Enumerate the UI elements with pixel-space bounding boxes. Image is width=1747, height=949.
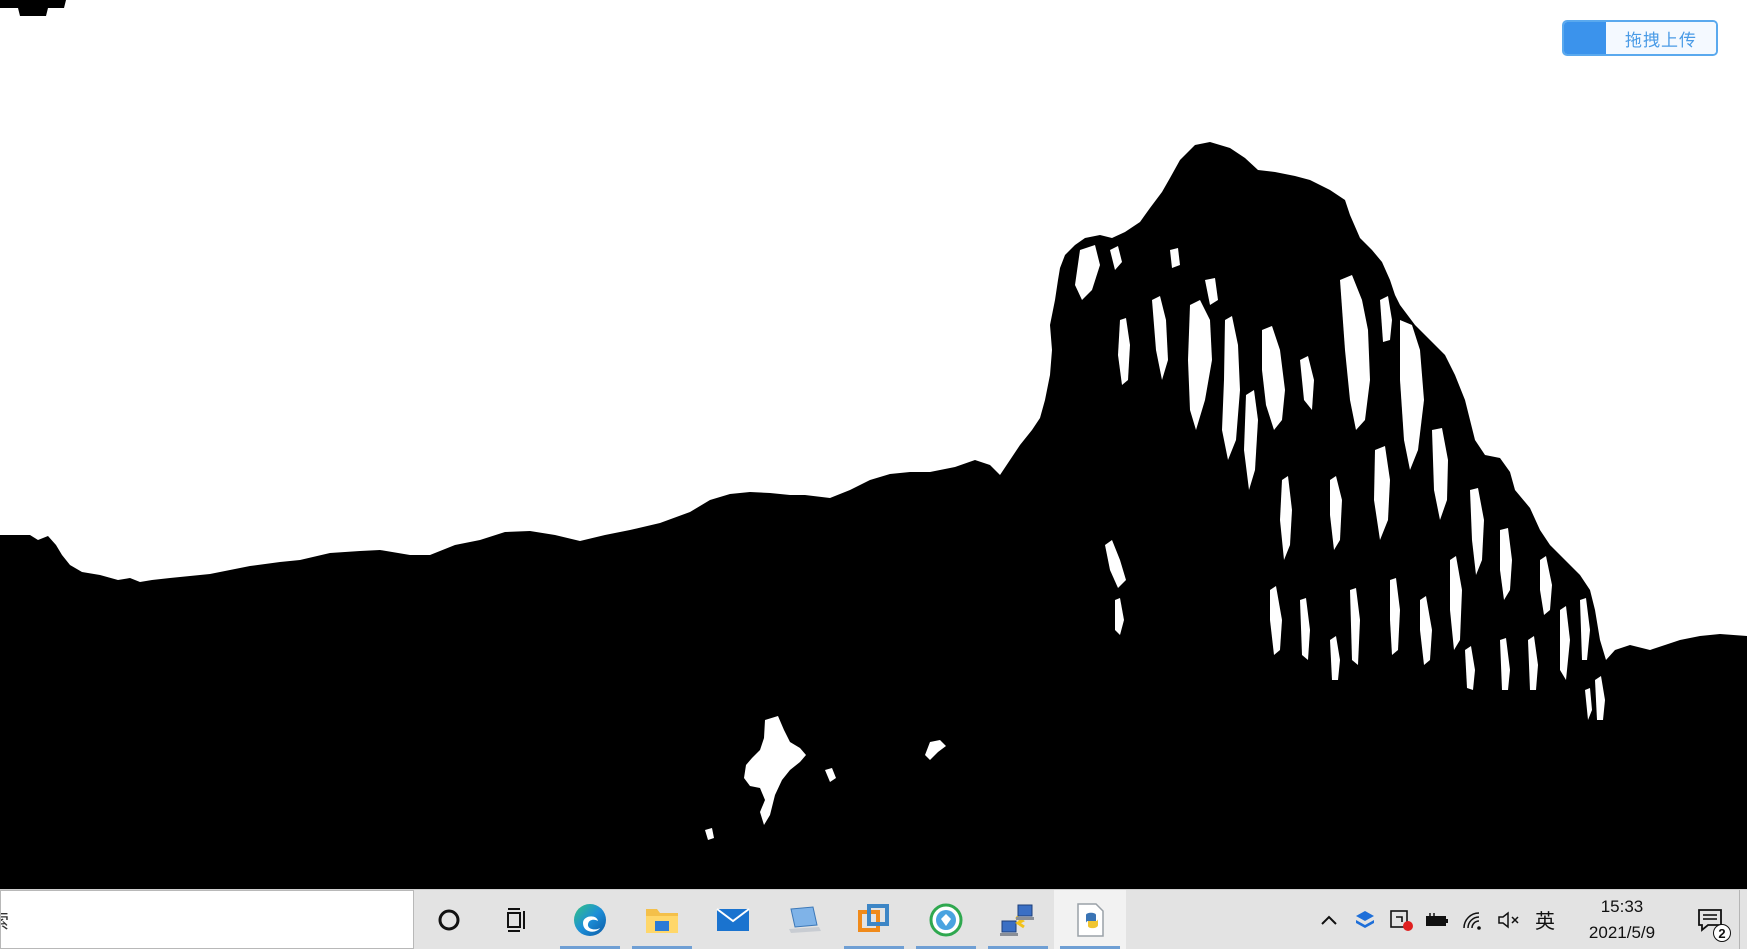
- cortana-circle-icon: [438, 909, 460, 930]
- wifi-tray-button[interactable]: [1455, 890, 1491, 949]
- network-computers-icon: [1000, 904, 1034, 936]
- security-icon: [1390, 909, 1413, 931]
- network-app-button[interactable]: [982, 890, 1054, 949]
- wifi-icon: [1463, 911, 1481, 930]
- task-view-icon: [507, 907, 525, 932]
- chevron-up-icon: [1321, 915, 1337, 925]
- volume-tray-button[interactable]: [1491, 890, 1527, 949]
- vmware-icon: [858, 903, 889, 932]
- battery-tray-button[interactable]: [1419, 890, 1455, 949]
- search-box-text: 索: [1, 905, 9, 934]
- file-explorer-button[interactable]: [626, 890, 698, 949]
- show-desktop-button[interactable]: [1739, 890, 1747, 949]
- folder-icon: [646, 908, 678, 933]
- edge-button[interactable]: [554, 890, 626, 949]
- show-hidden-icons-button[interactable]: [1311, 890, 1347, 949]
- binary-rock-image: [0, 0, 1747, 889]
- task-view-button[interactable]: [484, 890, 554, 949]
- taskbar: 索: [0, 889, 1747, 949]
- laptop-icon: [789, 905, 821, 933]
- python-file-button[interactable]: [1054, 890, 1126, 949]
- mail-button[interactable]: [698, 890, 768, 949]
- python-file-icon: [1077, 902, 1104, 937]
- edge-icon: [574, 903, 606, 936]
- dropbox-tray-button[interactable]: [1347, 890, 1383, 949]
- action-center-button[interactable]: 2: [1681, 890, 1739, 949]
- notification-count-badge: 2: [1713, 924, 1731, 942]
- battery-icon: [1426, 912, 1448, 926]
- input-method-indicator[interactable]: 英: [1527, 905, 1563, 934]
- clock-date: 2021/5/9: [1588, 922, 1656, 942]
- green-globe-icon: [929, 903, 963, 936]
- security-tray-button[interactable]: [1383, 890, 1419, 949]
- search-box[interactable]: 索: [0, 890, 414, 949]
- cortana-button[interactable]: [414, 890, 484, 949]
- image-viewer: 拖拽上传: [0, 0, 1747, 889]
- drag-upload-button[interactable]: 拖拽上传: [1562, 20, 1718, 56]
- system-tray: 英 15:33 2021/5/9 2: [1311, 890, 1747, 949]
- volume-muted-icon: [1498, 910, 1519, 929]
- mail-icon: [716, 907, 750, 931]
- clock-time: 15:33: [1600, 896, 1644, 916]
- dropbox-icon: [1356, 910, 1374, 928]
- globe-app-button[interactable]: [910, 890, 982, 949]
- this-pc-button[interactable]: [768, 890, 838, 949]
- clock[interactable]: 15:33 2021/5/9: [1563, 890, 1681, 949]
- baidu-cloud-icon: [1564, 22, 1606, 54]
- vmware-button[interactable]: [838, 890, 910, 949]
- taskbar-empty-space: [1126, 890, 1311, 949]
